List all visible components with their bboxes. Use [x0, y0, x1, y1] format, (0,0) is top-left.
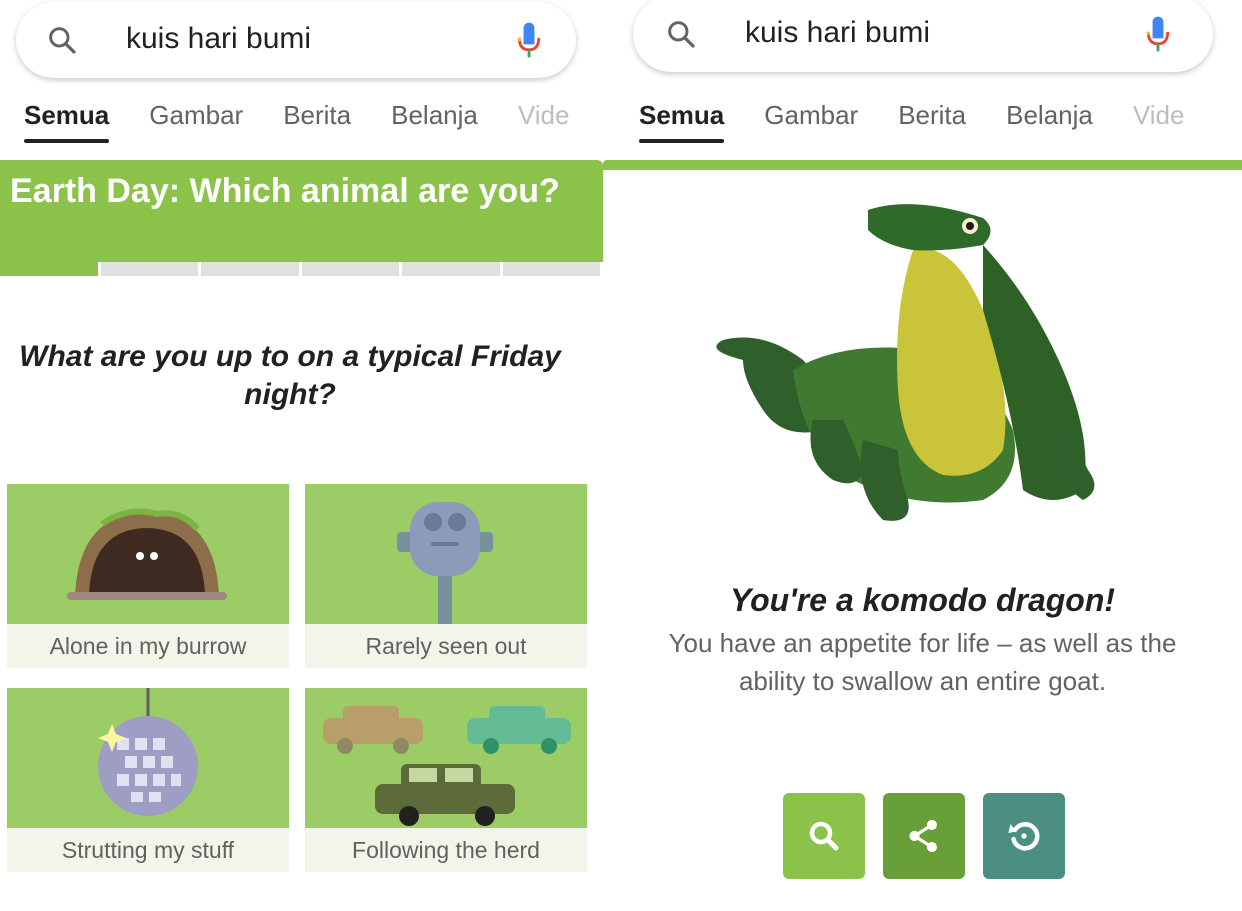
progress-segment: [402, 262, 500, 276]
progress-segment: [201, 262, 299, 276]
answer-image: [305, 484, 587, 624]
search-result-button[interactable]: [783, 793, 865, 879]
progress-segment: [301, 262, 399, 276]
answer-image: [7, 688, 289, 828]
search-bar[interactable]: kuis hari bumi: [633, 0, 1213, 72]
tab-images[interactable]: Gambar: [764, 100, 858, 143]
quiz-question-pane: kuis hari bumi Semua Gambar Berita Belan…: [0, 0, 603, 911]
result-title: You're a komodo dragon!: [729, 582, 1116, 618]
progress-segment: [100, 262, 198, 276]
progress-segment: [0, 262, 98, 276]
tab-news[interactable]: Berita: [898, 100, 966, 143]
tab-all[interactable]: Semua: [639, 100, 725, 143]
quiz-result-pane: kuis hari bumi Semua Gambar Berita Belan…: [603, 0, 1242, 911]
answer-label: Following the herd: [352, 837, 540, 863]
answer-image: [305, 688, 587, 828]
share-icon: [909, 819, 937, 853]
restart-icon: [1008, 822, 1040, 851]
answer-label: Strutting my stuff: [61, 837, 235, 863]
share-button[interactable]: [883, 793, 965, 879]
tab-shopping[interactable]: Belanja: [1006, 100, 1093, 143]
tab-shopping[interactable]: Belanja: [391, 100, 478, 143]
result-header-bar: [603, 160, 1242, 170]
answer-card-strutting[interactable]: Strutting my stuff: [7, 688, 289, 872]
quiz-title: Earth Day: Which animal are you?: [10, 172, 560, 210]
quiz-question: What are you up to on a typical Friday n…: [19, 340, 561, 411]
answer-card-burrow[interactable]: Alone in my burrow: [7, 484, 289, 668]
disco-ball-icon: [98, 688, 198, 816]
tab-videos[interactable]: Vide: [518, 100, 570, 143]
cars-icon: [323, 706, 571, 826]
tab-news[interactable]: Berita: [283, 100, 351, 143]
answer-card-rarely-seen[interactable]: Rarely seen out: [305, 484, 587, 668]
search-tabs: Semua Gambar Berita Belanja Vide: [639, 100, 1224, 143]
search-icon[interactable]: [46, 24, 78, 56]
search-input[interactable]: kuis hari bumi: [126, 22, 311, 56]
quiz-progress-bar: [0, 262, 603, 276]
tab-videos[interactable]: Vide: [1133, 100, 1185, 143]
microphone-icon[interactable]: [1145, 14, 1171, 54]
answer-label: Alone in my burrow: [49, 633, 247, 659]
search-input[interactable]: kuis hari bumi: [745, 16, 930, 50]
microphone-icon[interactable]: [516, 20, 542, 60]
answer-card-herd[interactable]: Following the herd: [305, 688, 587, 872]
restart-button[interactable]: [983, 793, 1065, 879]
komodo-dragon-illustration: [716, 204, 1095, 521]
tab-all[interactable]: Semua: [24, 100, 110, 143]
answer-image: [7, 484, 289, 624]
burrow-icon: [67, 508, 227, 600]
result-description: You have an appetite for life – as well …: [668, 628, 1177, 696]
search-icon[interactable]: [665, 18, 697, 50]
search-bar[interactable]: kuis hari bumi: [16, 2, 576, 78]
tab-images[interactable]: Gambar: [149, 100, 243, 143]
answer-label: Rarely seen out: [365, 633, 527, 659]
quiz-header: Earth Day: Which animal are you?: [0, 160, 603, 262]
search-tabs: Semua Gambar Berita Belanja Vide: [24, 100, 603, 143]
progress-segment: [502, 262, 600, 276]
search-icon: [809, 821, 839, 851]
binocular-viewer-icon: [397, 502, 493, 624]
